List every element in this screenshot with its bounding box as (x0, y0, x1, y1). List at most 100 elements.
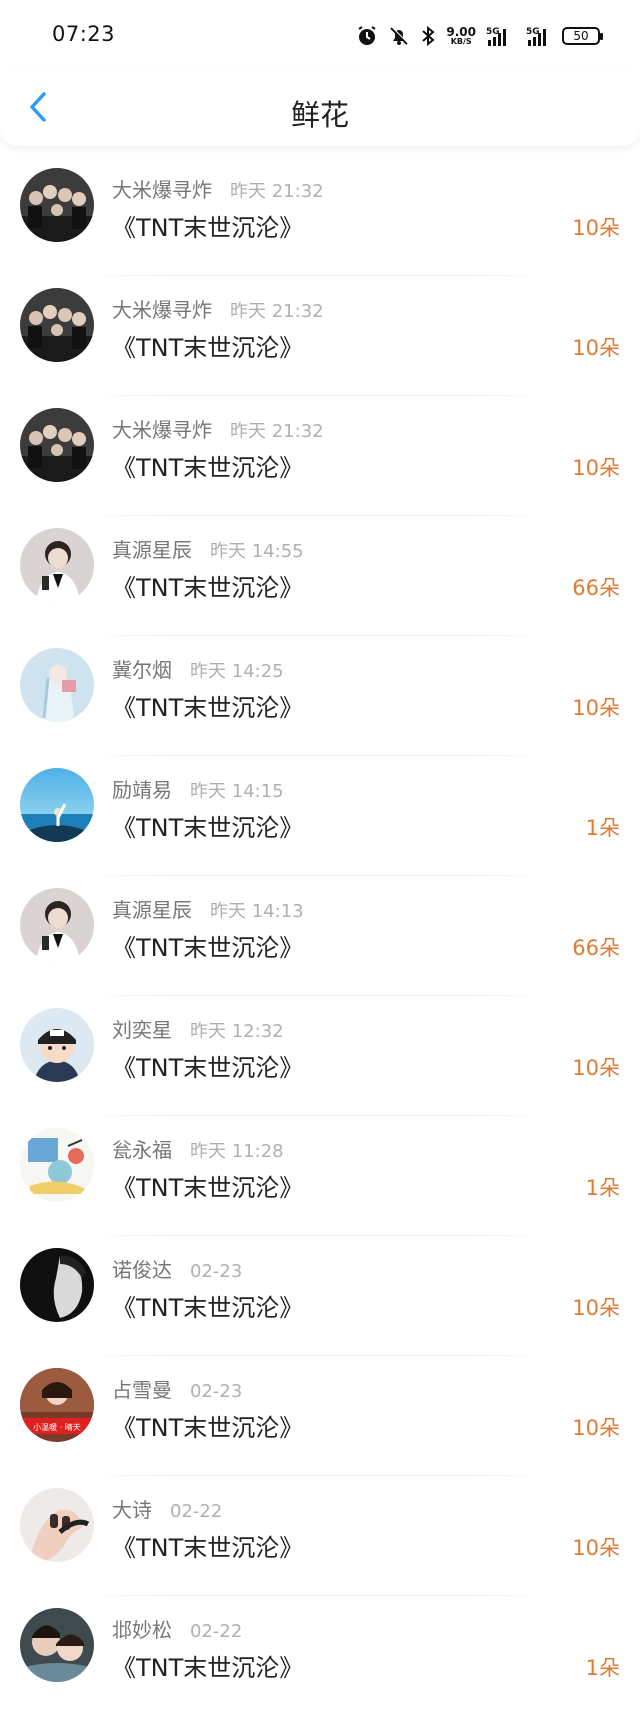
avatar[interactable] (20, 528, 94, 602)
sender-name-text: 瓮永福 (112, 1138, 172, 1162)
list-item[interactable]: 邶妙松 02-22 《TNT末世沉沦》 1朵 (0, 1596, 640, 1716)
flower-count: 10朵 (572, 1536, 620, 1560)
flower-count: 10朵 (572, 1416, 620, 1440)
novel-title: 《TNT末世沉沦》 (112, 214, 304, 242)
sender-name: 大米爆寻炸 昨天 21:32 (112, 294, 324, 323)
sender-name: 占雪曼 02-23 (112, 1374, 242, 1403)
sender-name-text: 诺俊达 (112, 1258, 172, 1282)
battery-icon: 50 (562, 27, 603, 45)
sender-name-text: 大米爆寻炸 (112, 178, 212, 202)
list-item[interactable]: 励靖易 昨天 14:15 《TNT末世沉沦》 1朵 (0, 756, 640, 876)
flower-count: 66朵 (572, 936, 620, 960)
top-nav-bar: 鲜花 (0, 72, 640, 146)
list-item[interactable]: 大诗 02-22 《TNT末世沉沦》 10朵 (0, 1476, 640, 1596)
list-item[interactable]: 大米爆寻炸 昨天 21:32 《TNT末世沉沦》 10朵 (0, 276, 640, 396)
list-item[interactable]: 瓮永福 昨天 11:28 《TNT末世沉沦》 1朵 (0, 1116, 640, 1236)
net-speed: 9.00 KB/S (446, 26, 476, 46)
flower-count: 66朵 (572, 576, 620, 600)
sender-name-text: 大诗 (112, 1498, 152, 1522)
avatar[interactable] (20, 1608, 94, 1682)
flower-count: 1朵 (585, 816, 620, 840)
flower-count: 10朵 (572, 216, 620, 240)
sender-name: 大米爆寻炸 昨天 21:32 (112, 174, 324, 203)
avatar[interactable] (20, 768, 94, 842)
flower-record-list: 大米爆寻炸 昨天 21:32 《TNT末世沉沦》 10朵 大米爆寻炸 昨天 21:3… (0, 156, 640, 1716)
flower-count: 10朵 (572, 456, 620, 480)
flower-count: 1朵 (585, 1176, 620, 1200)
list-item[interactable]: 冀尔烟 昨天 14:25 《TNT末世沉沦》 10朵 (0, 636, 640, 756)
avatar[interactable] (20, 1488, 94, 1562)
list-item[interactable]: 刘奕星 昨天 12:32 《TNT末世沉沦》 10朵 (0, 996, 640, 1116)
sender-name-text: 冀尔烟 (112, 658, 172, 682)
sender-name: 大诗 02-22 (112, 1494, 222, 1523)
novel-title: 《TNT末世沉沦》 (112, 814, 304, 842)
status-icons: 9.00 KB/S 5G 5G 50 (356, 22, 603, 50)
list-item[interactable]: 大米爆寻炸 昨天 21:32 《TNT末世沉沦》 10朵 (0, 396, 640, 516)
status-bar: 07:23 9.00 KB/S 5G 5G 50 (0, 0, 640, 72)
sender-name: 真源星辰 昨天 14:55 (112, 534, 304, 563)
sender-name: 刘奕星 昨天 12:32 (112, 1014, 284, 1043)
send-time: 02-23 (190, 1261, 243, 1282)
sender-name: 冀尔烟 昨天 14:25 (112, 654, 284, 683)
list-item[interactable]: 小温暖 · 晴天 占雪曼 02-23 《TNT末世沉沦》 10朵 (0, 1356, 640, 1476)
alarm-icon (356, 25, 378, 47)
avatar[interactable] (20, 888, 94, 962)
novel-title: 《TNT末世沉沦》 (112, 334, 304, 362)
flower-count: 10朵 (572, 696, 620, 720)
avatar[interactable] (20, 168, 94, 242)
avatar-banner-text: 小温暖 · 晴天 (33, 1422, 81, 1432)
flower-count: 1朵 (585, 1656, 620, 1680)
mute-bell-icon (388, 25, 410, 47)
novel-title: 《TNT末世沉沦》 (112, 454, 304, 482)
avatar[interactable] (20, 648, 94, 722)
svg-text:5G: 5G (486, 27, 500, 37)
list-item[interactable]: 大米爆寻炸 昨天 21:32 《TNT末世沉沦》 10朵 (0, 156, 640, 276)
battery-level: 50 (573, 29, 589, 43)
sender-name-text: 刘奕星 (112, 1018, 172, 1042)
list-item[interactable]: 诺俊达 02-23 《TNT末世沉沦》 10朵 (0, 1236, 640, 1356)
send-time: 昨天 21:32 (230, 421, 324, 442)
net-speed-unit: KB/S (450, 37, 472, 46)
novel-title: 《TNT末世沉沦》 (112, 1054, 304, 1082)
send-time: 昨天 14:15 (190, 781, 284, 802)
avatar[interactable]: 小温暖 · 晴天 (20, 1368, 94, 1442)
sender-name: 真源星辰 昨天 14:13 (112, 894, 304, 923)
novel-title: 《TNT末世沉沦》 (112, 694, 304, 722)
page-title: 鲜花 (290, 98, 349, 132)
svg-text:5G: 5G (526, 27, 540, 37)
send-time: 昨天 21:32 (230, 301, 324, 322)
sender-name-text: 励靖易 (112, 778, 172, 802)
send-time: 昨天 14:13 (210, 901, 304, 922)
avatar[interactable] (20, 1128, 94, 1202)
sender-name: 诺俊达 02-23 (112, 1254, 242, 1283)
avatar[interactable] (20, 1248, 94, 1322)
bluetooth-icon (420, 25, 436, 47)
sender-name: 瓮永福 昨天 11:28 (112, 1134, 284, 1163)
send-time: 昨天 12:32 (190, 1021, 284, 1042)
novel-title: 《TNT末世沉沦》 (112, 1174, 304, 1202)
sender-name-text: 真源星辰 (112, 538, 192, 562)
avatar[interactable] (20, 1008, 94, 1082)
send-time: 昨天 21:32 (230, 181, 324, 202)
send-time: 昨天 11:28 (190, 1141, 284, 1162)
list-item[interactable]: 真源星辰 昨天 14:55 《TNT末世沉沦》 66朵 (0, 516, 640, 636)
send-time: 02-22 (190, 1621, 243, 1642)
flower-count: 10朵 (572, 1056, 620, 1080)
signal-5g-icon-2: 5G (522, 25, 552, 47)
sender-name-text: 占雪曼 (112, 1378, 172, 1402)
sender-name: 大米爆寻炸 昨天 21:32 (112, 414, 324, 443)
sender-name-text: 大米爆寻炸 (112, 298, 212, 322)
list-item[interactable]: 真源星辰 昨天 14:13 《TNT末世沉沦》 66朵 (0, 876, 640, 996)
avatar[interactable] (20, 288, 94, 362)
sender-name: 励靖易 昨天 14:15 (112, 774, 284, 803)
novel-title: 《TNT末世沉沦》 (112, 1534, 304, 1562)
novel-title: 《TNT末世沉沦》 (112, 1654, 304, 1682)
flower-count: 10朵 (572, 1296, 620, 1320)
send-time: 02-22 (170, 1501, 223, 1522)
avatar[interactable] (20, 408, 94, 482)
sender-name-text: 邶妙松 (112, 1618, 172, 1642)
send-time: 昨天 14:55 (210, 541, 304, 562)
signal-5g-icon-1: 5G (486, 25, 512, 47)
novel-title: 《TNT末世沉沦》 (112, 1414, 304, 1442)
sender-name-text: 大米爆寻炸 (112, 418, 212, 442)
